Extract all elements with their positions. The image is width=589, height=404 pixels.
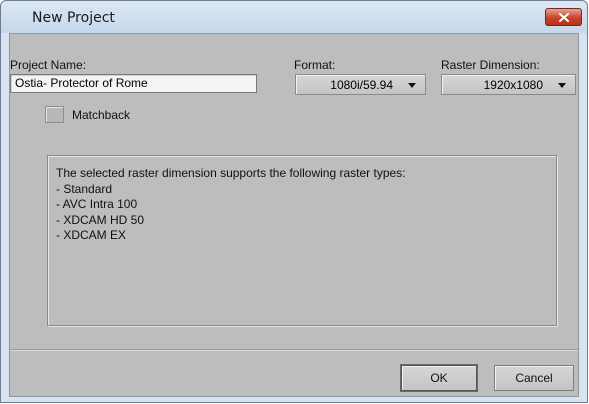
raster-dimension-value: 1920x1080 [483, 78, 543, 92]
title-bar[interactable]: New Project [1, 1, 587, 33]
dialog-title: New Project [32, 10, 115, 26]
raster-types-info-box: The selected raster dimension supports t… [47, 155, 557, 326]
info-heading: The selected raster dimension supports t… [56, 166, 406, 180]
project-name-label: Project Name: [10, 58, 87, 72]
chevron-down-icon [558, 83, 566, 88]
format-value: 1080i/59.94 [330, 78, 393, 92]
separator [10, 349, 578, 351]
raster-dimension-dropdown[interactable]: 1920x1080 [441, 74, 576, 95]
project-name-input[interactable]: Ostia- Protector of Rome [10, 74, 257, 93]
ok-button[interactable]: OK [401, 365, 477, 391]
format-dropdown[interactable]: 1080i/59.94 [295, 74, 426, 95]
cancel-button[interactable]: Cancel [494, 365, 574, 391]
new-project-dialog: New Project Project Name: Ostia- Protect… [0, 0, 588, 403]
list-item: - XDCAM EX [56, 228, 127, 242]
raster-dimension-label: Raster Dimension: [441, 58, 540, 72]
close-button[interactable] [545, 8, 582, 26]
list-item: - XDCAM HD 50 [56, 212, 145, 227]
dialog-body: Project Name: Ostia- Protector of Rome F… [9, 33, 579, 397]
format-label: Format: [294, 58, 336, 72]
close-x-icon [558, 12, 569, 22]
chevron-down-icon [408, 83, 416, 88]
list-item: - AVC Intra 100 [56, 197, 138, 211]
matchback-checkbox[interactable] [45, 106, 64, 123]
list-item: - Standard [56, 181, 113, 196]
matchback-label: Matchback [72, 108, 131, 122]
